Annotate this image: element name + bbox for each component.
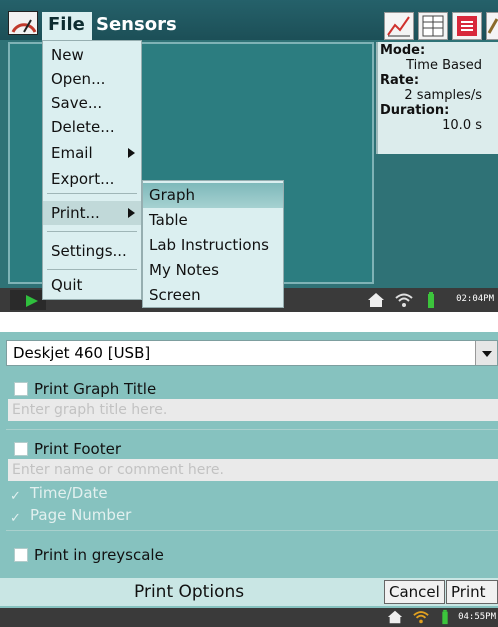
clock: 02:04PM [456,294,494,304]
greyscale-option[interactable]: Print in greyscale [14,546,164,564]
battery-icon [426,291,436,312]
divider [6,429,498,430]
printer-select-value: Deskjet 460 [USB] [13,344,151,362]
cancel-button[interactable]: Cancel [384,580,445,604]
menu-item-open[interactable]: Open... [43,67,141,91]
print-submenu: Graph Table Lab Instructions My Notes Sc… [142,180,284,308]
menu-separator [47,269,137,270]
greyscale-checkbox[interactable] [14,548,28,562]
menu-separator [47,193,137,194]
graph-view-icon[interactable] [384,12,414,40]
table-view-icon[interactable] [418,12,448,40]
menu-item-print[interactable]: Print... [43,201,141,225]
menu-separator [47,231,137,232]
dialog-title: Print Options [134,582,245,602]
rate-label: Rate: [380,73,420,88]
file-menu: New Open... Save... Delete... Email Expo… [42,40,142,300]
tools-icon[interactable] [486,12,498,40]
footer-comment-input[interactable]: Enter name or comment here. [8,459,498,481]
wifi-icon [412,609,430,627]
print-graph-title-label: Print Graph Title [34,380,157,398]
menu-item-print-label: Print... [51,204,100,222]
top-menu-bar: File Sensors [0,0,498,40]
menu-item-export[interactable]: Export... [43,167,141,191]
submenu-item-lab-instructions[interactable]: Lab Instructions [143,233,283,258]
meter-app-icon[interactable] [8,11,38,35]
collection-info-panel: Mode: Time Based Rate: 2 samples/s Durat… [376,42,498,154]
menu-item-quit[interactable]: Quit [43,273,141,297]
home-icon[interactable] [366,291,386,312]
chevron-down-icon[interactable] [475,341,497,365]
menu-item-new[interactable]: New [43,43,141,67]
wifi-icon [394,291,414,312]
time-date-option: ✓ Time/Date [10,484,108,504]
battery-icon [440,609,450,627]
menu-sensors[interactable]: Sensors [96,14,177,35]
time-date-label: Time/Date [30,484,108,502]
status-bar: 04:55PM [0,608,498,627]
submenu-item-table[interactable]: Table [143,208,283,233]
menu-item-email-label: Email [51,144,93,162]
submenu-item-my-notes[interactable]: My Notes [143,258,283,283]
duration-value: 10.0 s [442,118,482,133]
check-icon: ✓ [10,489,21,504]
menu-item-save[interactable]: Save... [43,91,141,115]
print-footer-checkbox[interactable] [14,442,28,456]
print-footer-label: Print Footer [34,440,121,458]
submenu-item-graph[interactable]: Graph [143,183,283,208]
logger-main-screen: File Sensors Mode: Time Based Rate: 2 sa… [0,0,498,312]
menu-item-settings[interactable]: Settings... [43,239,141,263]
notes-view-icon[interactable] [452,12,482,40]
divider [6,530,498,531]
print-options-dialog: Deskjet 460 [USB] Print Graph Title Ente… [0,332,498,627]
menu-item-email[interactable]: Email [43,141,141,165]
page-number-label: Page Number [30,506,132,524]
graph-title-input[interactable]: Enter graph title here. [8,399,498,421]
clock: 04:55PM [458,612,496,622]
print-graph-title-checkbox[interactable] [14,382,28,396]
submenu-arrow-icon [128,208,135,218]
menu-file[interactable]: File [42,12,92,40]
check-icon: ✓ [10,511,21,526]
submenu-arrow-icon [128,148,135,158]
printer-select[interactable]: Deskjet 460 [USB] [6,340,498,366]
collect-play-button[interactable] [10,290,46,310]
home-icon[interactable] [386,609,404,627]
mode-label: Mode: [380,43,426,58]
duration-label: Duration: [380,103,450,118]
rate-value: 2 samples/s [404,88,482,103]
menu-item-delete[interactable]: Delete... [43,115,141,139]
print-footer-option[interactable]: Print Footer [14,440,121,458]
submenu-item-screen[interactable]: Screen [143,283,283,308]
print-graph-title-option[interactable]: Print Graph Title [14,380,156,398]
dialog-footer: Print Options Cancel Print [0,578,498,606]
page-number-option: ✓ Page Number [10,506,132,526]
print-button[interactable]: Print [446,580,498,604]
greyscale-label: Print in greyscale [34,546,164,564]
mode-value: Time Based [406,58,482,73]
